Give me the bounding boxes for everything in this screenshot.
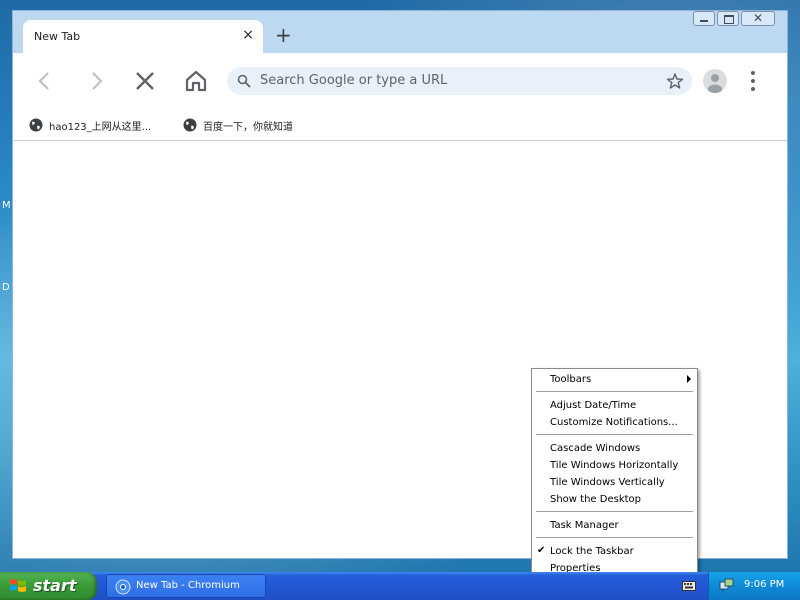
- back-icon: [38, 72, 49, 90]
- desktop-icon-label-d[interactable]: D: [2, 282, 10, 293]
- menu-item-label: Show the Desktop: [550, 494, 641, 505]
- omnibox[interactable]: Search Google or type a URL: [227, 67, 692, 95]
- tab-new-tab[interactable]: New Tab ×: [23, 20, 263, 53]
- window-controls: ✕: [693, 11, 775, 26]
- taskbar-button-chromium[interactable]: New Tab - Chromium: [106, 574, 266, 598]
- profile-icon: [708, 74, 722, 93]
- chromium-icon: [115, 579, 131, 595]
- minimize-button[interactable]: [693, 11, 715, 26]
- menu-item-label: Cascade Windows: [550, 443, 641, 454]
- browser-menu-button[interactable]: [748, 69, 758, 97]
- bookmark-baidu[interactable]: 百度一下，你就知道: [183, 115, 293, 135]
- menu-item-label: Lock the Taskbar: [550, 546, 634, 557]
- home-button[interactable]: [182, 67, 210, 95]
- taskbar[interactable]: start New Tab - Chromium 9:06 PM: [0, 572, 800, 600]
- network-icon[interactable]: [719, 578, 735, 594]
- profile-button[interactable]: [703, 69, 727, 93]
- menu-item-tile-vertically[interactable]: Tile Windows Vertically: [532, 474, 697, 491]
- tab-title: New Tab: [34, 30, 81, 43]
- start-button[interactable]: start: [0, 572, 97, 600]
- bookmarks-bar: hao123_上网从这里... 百度一下，你就知道: [13, 109, 787, 141]
- menu-item-label: Customize Notifications...: [550, 417, 678, 428]
- menu-item-toolbars[interactable]: Toolbars: [532, 371, 697, 388]
- bookmark-hao123[interactable]: hao123_上网从这里...: [29, 115, 151, 135]
- maximize-button[interactable]: [717, 11, 739, 26]
- bookmark-label: 百度一下，你就知道: [203, 121, 293, 133]
- menu-item-label: Toolbars: [550, 374, 592, 385]
- browser-toolbar: Search Google or type a URL: [13, 53, 787, 109]
- search-icon: [237, 74, 251, 88]
- menu-item-cascade-windows[interactable]: Cascade Windows: [532, 440, 697, 457]
- close-icon: ✕: [753, 11, 764, 25]
- clock[interactable]: 9:06 PM: [744, 579, 784, 590]
- tab-close-icon[interactable]: ×: [242, 27, 254, 43]
- submenu-arrow-icon: [687, 375, 691, 383]
- menu-item-task-manager[interactable]: Task Manager: [532, 517, 697, 534]
- menu-icon: [751, 71, 755, 91]
- star-icon[interactable]: [666, 72, 684, 90]
- close-window-button[interactable]: ✕: [741, 11, 775, 26]
- desktop-icon-label-fragment: [2, 36, 5, 47]
- menu-item-label: Task Manager: [550, 520, 619, 531]
- system-tray: 9:06 PM: [708, 572, 800, 600]
- windows-logo-icon: [10, 579, 26, 592]
- menu-item-show-desktop[interactable]: Show the Desktop: [532, 491, 697, 508]
- menu-item-customize-notifications[interactable]: Customize Notifications...: [532, 414, 697, 431]
- home-icon: [185, 70, 207, 92]
- forward-button[interactable]: [82, 67, 110, 95]
- menu-item-lock-taskbar[interactable]: ✔ Lock the Taskbar: [532, 543, 697, 560]
- menu-item-tile-horizontally[interactable]: Tile Windows Horizontally: [532, 457, 697, 474]
- menu-item-label: Adjust Date/Time: [550, 400, 637, 411]
- menu-item-label: Tile Windows Horizontally: [550, 460, 679, 471]
- menu-item-label: Tile Windows Vertically: [550, 477, 665, 488]
- stop-icon: [136, 72, 154, 90]
- menu-separator: [536, 434, 693, 436]
- menu-item-adjust-date-time[interactable]: Adjust Date/Time: [532, 397, 697, 414]
- taskbar-context-menu: Toolbars Adjust Date/Time Customize Noti…: [531, 368, 698, 580]
- keyboard-icon[interactable]: [682, 581, 696, 591]
- menu-separator: [536, 391, 693, 393]
- stop-button[interactable]: [131, 67, 159, 95]
- start-label: start: [33, 576, 77, 595]
- forward-icon: [92, 72, 103, 90]
- new-tab-button[interactable]: +: [275, 25, 292, 45]
- menu-separator: [536, 511, 693, 513]
- globe-icon: [29, 118, 43, 132]
- checkmark-icon: ✔: [537, 545, 546, 556]
- globe-icon: [183, 118, 197, 132]
- taskbar-button-label: New Tab - Chromium: [136, 580, 240, 591]
- desktop-icon-label-m[interactable]: M: [2, 200, 11, 211]
- menu-separator: [536, 537, 693, 539]
- bookmark-label: hao123_上网从这里...: [49, 121, 152, 133]
- back-button[interactable]: [31, 67, 59, 95]
- title-bar[interactable]: New Tab × + ✕: [13, 11, 787, 53]
- omnibox-placeholder: Search Google or type a URL: [260, 73, 448, 88]
